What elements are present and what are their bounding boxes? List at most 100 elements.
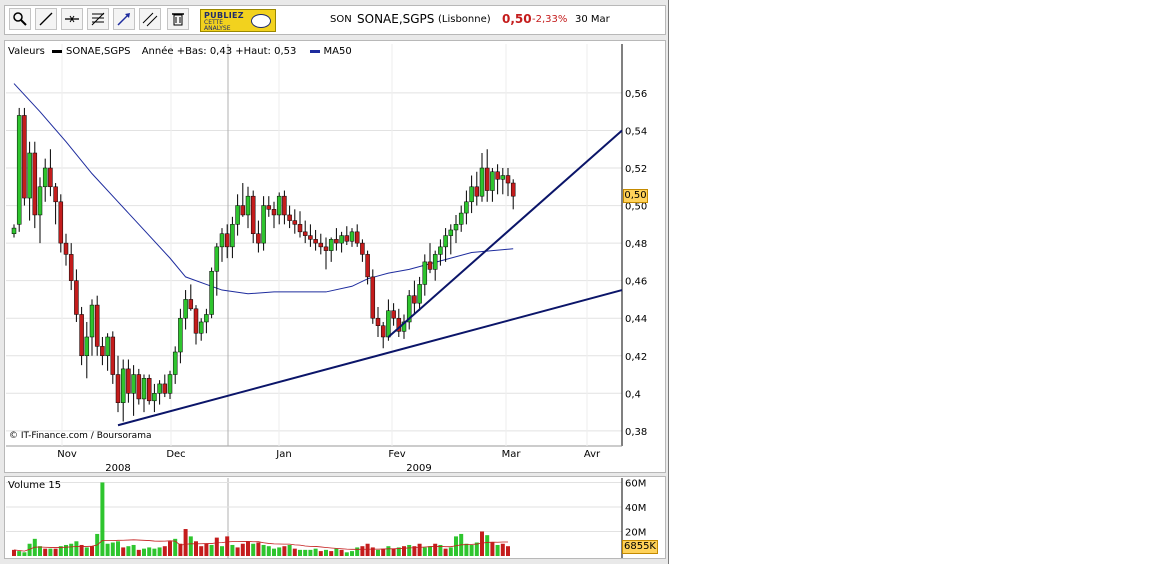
volume-label: Volume 15 [8, 480, 62, 491]
y-tick-label: 0,56 [625, 89, 647, 100]
volume-bar [334, 548, 339, 556]
volume-bar [121, 547, 126, 556]
volume-bar [318, 551, 323, 556]
volume-bar [84, 547, 89, 556]
candle-body [354, 231, 360, 244]
candle-body [204, 314, 209, 323]
candle-body [219, 233, 225, 248]
y-tick-label: 0,46 [625, 277, 647, 288]
candle-body [16, 115, 22, 225]
candle-body [318, 242, 324, 248]
volume-bar [381, 548, 386, 556]
candle-body [193, 308, 199, 334]
volume-bar [428, 546, 432, 556]
trendline [117, 289, 623, 427]
volume-bar [142, 548, 146, 556]
y-tick-label: 0,4 [625, 389, 641, 400]
volume-bar [365, 543, 370, 556]
x-year-label: 2009 [406, 463, 431, 474]
candle-body [427, 261, 433, 270]
candle-body [53, 186, 58, 203]
candle-body [115, 374, 121, 403]
volume-bar [350, 551, 354, 556]
candle-body [58, 201, 64, 244]
candle-body [495, 171, 500, 180]
candle-body [63, 242, 69, 255]
x-month-label: Fev [388, 449, 405, 460]
volume-bar [469, 544, 474, 556]
candle-body [448, 229, 454, 236]
volume-bar [490, 542, 495, 556]
candle-body [167, 374, 173, 394]
x-month-label: Jan [275, 449, 291, 460]
candle-body [339, 235, 344, 244]
y-tick-label: 0,38 [625, 427, 647, 438]
volume-bar [303, 549, 308, 556]
candle-body [11, 227, 17, 234]
volume-bar [12, 549, 16, 556]
candle-body [443, 235, 448, 248]
volume-bar [17, 551, 22, 556]
x-month-label: Dec [166, 449, 185, 460]
x-month-label: Avr [584, 449, 601, 460]
candle-body [250, 195, 256, 234]
candle-body [422, 261, 428, 285]
candle-body [328, 239, 334, 251]
volume-bar [126, 546, 131, 556]
volume-bar [110, 542, 115, 556]
candle-body [479, 167, 485, 197]
volume-bar [204, 543, 209, 556]
volume-bar [448, 547, 453, 556]
volume-bar [485, 535, 490, 556]
window-edge [668, 0, 669, 564]
volume-bar [370, 547, 375, 556]
volume-bar [272, 548, 276, 556]
volume-bar [355, 547, 360, 556]
candle-body [453, 224, 459, 231]
candle-body [349, 231, 355, 242]
candle-body [48, 167, 53, 188]
volume-bar [152, 548, 157, 556]
volume-bar [464, 543, 469, 556]
candle-body [344, 235, 350, 242]
candle-body [365, 254, 370, 278]
volume-bar [246, 541, 250, 556]
candle-body [292, 220, 298, 225]
candle-body [235, 205, 240, 225]
volume-bar [251, 543, 256, 556]
chart-legend: Valeurs SONAE,SGPS Année +Bas: 0,43 +Hau… [8, 46, 356, 57]
volume-bar [225, 536, 230, 556]
candle-body [484, 167, 490, 191]
volume-bar [116, 541, 120, 556]
volume-bar [74, 541, 79, 556]
volume-bar [500, 543, 505, 556]
legend-ma-name: MA50 [323, 46, 352, 57]
volume-tick-label: 60M [625, 478, 646, 489]
candle-body [266, 205, 272, 210]
volume-bar [168, 541, 172, 556]
candle-body [380, 325, 386, 338]
candle-body [22, 115, 27, 199]
volume-bar [22, 552, 27, 556]
candle-body [375, 317, 381, 326]
volume-bar [64, 544, 68, 556]
candle-body [74, 280, 79, 315]
candle-body [297, 224, 303, 233]
candle-body [360, 242, 365, 255]
volume-bar [220, 546, 224, 556]
candle-body [224, 233, 230, 248]
candle-body [27, 152, 32, 199]
y-tick-label: 0,52 [625, 164, 647, 175]
copyright-text: © IT-Finance.com / Boursorama [9, 431, 152, 441]
y-tick-label: 0,50 [625, 202, 647, 213]
volume-bar [266, 546, 271, 556]
candle-body [308, 235, 313, 240]
y-tick-label: 0,54 [625, 126, 647, 137]
volume-bar [402, 546, 406, 556]
volume-bar [105, 543, 110, 556]
volume-bar [230, 544, 235, 556]
candle-body [79, 314, 84, 357]
volume-bar [209, 544, 214, 556]
y-tick-label: 0,48 [625, 239, 647, 250]
volume-bar [53, 548, 58, 556]
